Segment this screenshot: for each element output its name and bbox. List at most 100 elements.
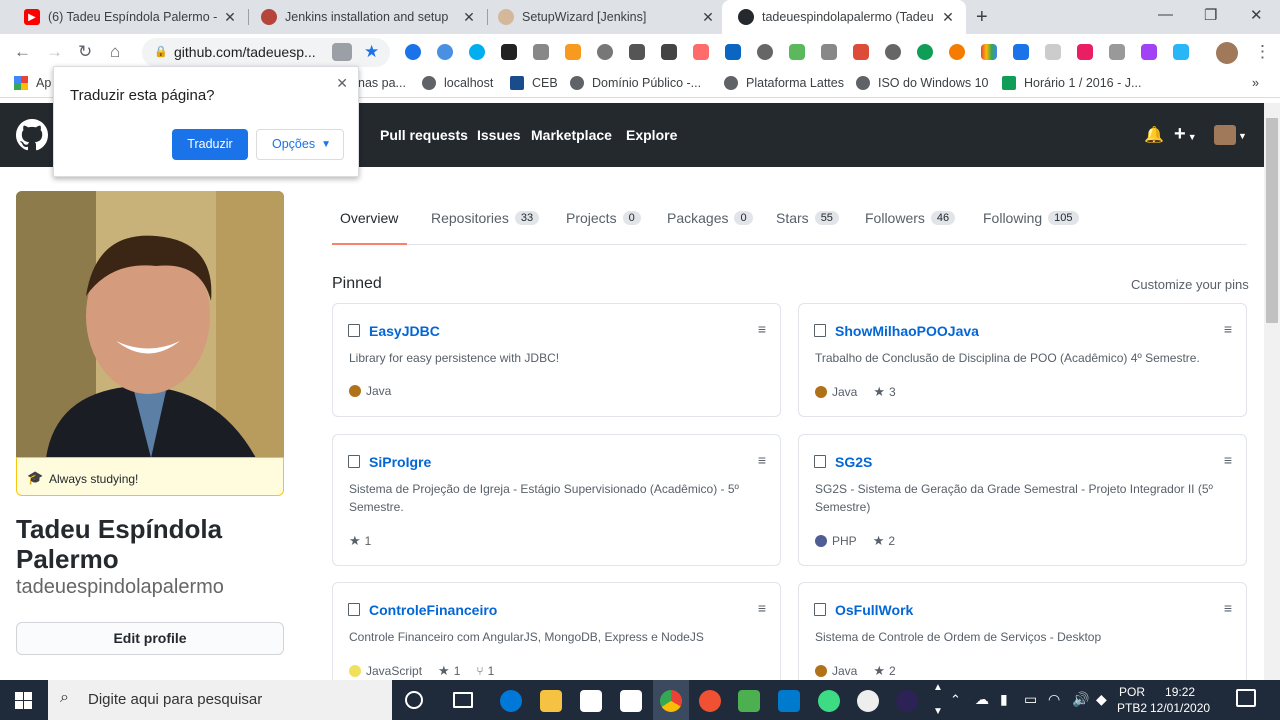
system-clock[interactable]: 19:22 12/01/2020 [1150, 684, 1210, 716]
nav-pull-requests[interactable]: Pull requests [380, 127, 468, 143]
tab-projects[interactable]: Projects 0 [566, 210, 641, 226]
repo-name-link[interactable]: EasyJDBC [369, 323, 440, 339]
close-tab-icon[interactable]: ✕ [938, 9, 958, 26]
file-explorer-icon[interactable] [540, 690, 562, 712]
onedrive-icon[interactable]: ☁ [975, 691, 989, 708]
cortana-icon[interactable] [405, 691, 423, 709]
extension-icon[interactable] [565, 44, 581, 60]
download-icon[interactable] [789, 44, 805, 60]
extension-icon[interactable] [821, 44, 837, 60]
bookmark-dominio-publico[interactable]: Domínio Público -... [570, 76, 701, 90]
tab-followers[interactable]: Followers 46 [865, 210, 956, 226]
repo-name-link[interactable]: ControleFinanceiro [369, 602, 497, 618]
extension-icon[interactable] [437, 44, 453, 60]
browser-tab-youtube[interactable]: ▶ (6) Tadeu Espíndola Palermo - Yo ✕ [8, 0, 248, 34]
extension-icon[interactable] [405, 44, 421, 60]
extension-icon[interactable] [1045, 44, 1061, 60]
repo-stars[interactable]: ★ 3 [873, 384, 895, 400]
store-icon[interactable] [580, 690, 602, 712]
bookmark-item[interactable]: nas pa... [358, 76, 406, 90]
pinned-repo-card[interactable]: SG2S ≡ SG2S - Sistema de Geração da Grad… [798, 434, 1247, 566]
pinned-repo-card[interactable]: ControleFinanceiro ≡ Controle Financeiro… [332, 582, 781, 692]
bookmark-iso-windows[interactable]: ISO do Windows 10 [856, 76, 988, 90]
eclipse-icon[interactable] [896, 690, 918, 712]
menu-kebab-icon[interactable]: ⋮ [1254, 42, 1271, 62]
extension-icon[interactable] [1141, 44, 1157, 60]
new-dropdown[interactable]: + ▼ [1174, 123, 1197, 146]
bookmark-star-icon[interactable]: ★ [364, 42, 379, 62]
nav-explore[interactable]: Explore [626, 127, 677, 143]
extension-icon[interactable] [693, 44, 709, 60]
wifi-icon[interactable]: ◠ [1048, 691, 1060, 708]
drag-handle-icon[interactable]: ≡ [758, 321, 766, 337]
apps-bookmark[interactable]: Ap [14, 76, 51, 90]
extension-icon[interactable] [629, 44, 645, 60]
profile-status[interactable]: 🎓 Always studying! [16, 457, 284, 496]
repo-stars[interactable]: ★ 2 [873, 533, 895, 549]
new-tab-button[interactable]: + [976, 6, 988, 29]
notepad-icon[interactable] [738, 690, 760, 712]
vscode-icon[interactable] [778, 690, 800, 712]
volume-icon[interactable]: 🔊 [1072, 691, 1089, 708]
chevron-down-icon[interactable]: ▼ [933, 706, 943, 717]
repo-name-link[interactable]: OsFullWork [835, 602, 913, 618]
drag-handle-icon[interactable]: ≡ [1224, 600, 1232, 616]
extension-icon[interactable] [1173, 44, 1189, 60]
options-button[interactable]: Opções ▼ [256, 129, 344, 160]
settings-extension-icon[interactable] [597, 44, 613, 60]
battery-icon[interactable]: ▭ [1024, 691, 1037, 708]
tab-packages[interactable]: Packages 0 [667, 210, 753, 226]
nav-issues[interactable]: Issues [477, 127, 521, 143]
repo-stars[interactable]: ★ 2 [873, 663, 895, 679]
taskbar-search-box[interactable]: ⌕ Digite aqui para pesquisar [48, 680, 392, 720]
profile-avatar-icon[interactable] [1216, 42, 1238, 64]
tab-overview[interactable]: Overview [340, 210, 398, 226]
extension-icon[interactable] [949, 44, 965, 60]
extension-icon[interactable] [885, 44, 901, 60]
reload-icon[interactable]: ↻ [78, 42, 92, 62]
browser-tab-jenkins-setup[interactable]: Jenkins installation and setup ✕ [245, 0, 487, 34]
address-bar[interactable]: 🔒 github.com/tadeuesp... [142, 38, 390, 67]
dropbox-tray-icon[interactable]: ◆ [1096, 691, 1107, 708]
pinned-repo-card[interactable]: ShowMilhaoPOOJava ≡ Trabalho de Conclusã… [798, 303, 1247, 417]
customize-pins-link[interactable]: Customize your pins [1131, 277, 1249, 292]
translate-button[interactable]: Traduzir [172, 129, 248, 160]
tab-following[interactable]: Following 105 [983, 210, 1079, 226]
tab-stars[interactable]: Stars 55 [776, 210, 839, 226]
bookmarks-more[interactable]: » [1252, 76, 1259, 90]
extension-icon[interactable] [1077, 44, 1093, 60]
back-icon[interactable]: ← [14, 42, 31, 62]
minimize-icon[interactable]: — [1158, 6, 1173, 23]
pinned-repo-card[interactable]: SiProIgre ≡ Sistema de Projeção de Igrej… [332, 434, 781, 566]
repo-name-link[interactable]: ShowMilhaoPOOJava [835, 323, 979, 339]
pinned-repo-card[interactable]: EasyJDBC ≡ Library for easy persistence … [332, 303, 781, 417]
extension-icon[interactable] [757, 44, 773, 60]
show-hidden-icons[interactable]: ⌃ [950, 692, 961, 708]
bookmark-localhost[interactable]: localhost [422, 76, 493, 90]
translate-icon[interactable] [332, 43, 352, 61]
drag-handle-icon[interactable]: ≡ [758, 600, 766, 616]
forward-icon[interactable]: → [46, 42, 63, 62]
tab-repositories[interactable]: Repositories 33 [431, 210, 540, 226]
repo-name-link[interactable]: SiProIgre [369, 454, 431, 470]
angular-icon[interactable] [853, 44, 869, 60]
usb-icon[interactable]: ▮ [1000, 691, 1008, 708]
skype-icon[interactable] [469, 44, 485, 60]
extension-icon[interactable] [981, 44, 997, 60]
pinned-repo-card[interactable]: OsFullWork ≡ Sistema de Controle de Orde… [798, 582, 1247, 692]
nav-marketplace[interactable]: Marketplace [531, 127, 612, 143]
repo-name-link[interactable]: SG2S [835, 454, 872, 470]
close-tab-icon[interactable]: ✕ [698, 9, 718, 26]
task-view-icon[interactable] [453, 692, 473, 708]
edge-icon[interactable] [500, 690, 522, 712]
extension-icon[interactable] [661, 44, 677, 60]
bookmark-ceb[interactable]: CEB [510, 76, 558, 90]
browser-tab-github[interactable]: tadeuespindolapalermo (Tadeu E ✕ [722, 0, 966, 34]
windows-start-icon[interactable] [15, 692, 32, 709]
avatar[interactable] [1214, 125, 1236, 145]
bookmark-horario[interactable]: Horário 1 / 2016 - J... [1002, 76, 1141, 90]
mail-icon[interactable] [620, 690, 642, 712]
bell-icon[interactable]: 🔔 [1144, 125, 1164, 145]
close-icon[interactable]: ✕ [336, 75, 348, 92]
chrome-icon[interactable] [660, 690, 682, 712]
